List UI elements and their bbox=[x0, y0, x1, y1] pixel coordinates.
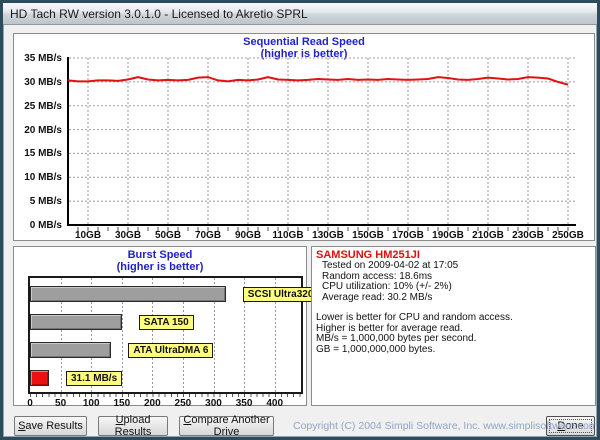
y-axis-label: 5 MB/s bbox=[14, 196, 62, 207]
burst-chart-subtitle: (higher is better) bbox=[14, 262, 306, 273]
y-axis-label: 25 MB/s bbox=[14, 101, 62, 112]
compare-another-drive-button[interactable]: Compare Another Drive bbox=[179, 416, 274, 436]
y-axis-label: 30 MB/s bbox=[14, 77, 62, 88]
burst-bar bbox=[30, 342, 111, 358]
drive-info-panel: SAMSUNG HM251JI Tested on 2009-04-02 at … bbox=[311, 246, 596, 406]
burst-bar bbox=[30, 286, 226, 302]
burst-chart-plot: SCSI Ultra320SATA 150ATA UltraDMA 631.1 … bbox=[28, 276, 303, 394]
x-axis-label: 90GB bbox=[228, 230, 268, 241]
burst-axis-ticks bbox=[30, 394, 301, 397]
burst-x-axis-label: 300 bbox=[199, 398, 229, 409]
save-results-button[interactable]: Save Results bbox=[14, 416, 87, 436]
burst-x-axis-label: 250 bbox=[168, 398, 198, 409]
burst-x-axis-label: 50 bbox=[46, 398, 76, 409]
seq-read-chart bbox=[66, 56, 576, 232]
y-axis-label: 20 MB/s bbox=[14, 125, 62, 136]
app-window: HD Tach RW version 3.0.1.0 - Licensed to… bbox=[0, 0, 600, 440]
drive-note-line: MB/s = 1,000,000 bytes per second. bbox=[316, 334, 591, 345]
x-axis-label: 230GB bbox=[508, 230, 548, 241]
x-axis-label: 150GB bbox=[348, 230, 388, 241]
burst-bar-label: SATA 150 bbox=[139, 315, 194, 330]
x-axis-label: 10GB bbox=[68, 230, 108, 241]
seq-chart-title: Sequential Read Speed bbox=[14, 37, 594, 48]
drive-detail-line: CPU utilization: 10% (+/- 2%) bbox=[316, 282, 591, 293]
upload-accel: U bbox=[116, 414, 124, 426]
burst-chart-title: Burst Speed bbox=[14, 250, 306, 261]
burst-x-axis-label: 150 bbox=[107, 398, 137, 409]
drive-note-line: GB = 1,000,000,000 bytes. bbox=[316, 345, 591, 356]
y-axis-label: 0 MB/s bbox=[14, 220, 62, 231]
x-axis-label: 110GB bbox=[268, 230, 308, 241]
x-axis-label: 30GB bbox=[108, 230, 148, 241]
compare-label: ompare Another Drive bbox=[191, 414, 269, 438]
client-area: Sequential Read Speed (higher is better)… bbox=[6, 28, 600, 440]
burst-x-axis-label: 400 bbox=[260, 398, 290, 409]
y-axis-label: 35 MB/s bbox=[14, 53, 62, 64]
x-axis-label: 130GB bbox=[308, 230, 348, 241]
drive-info-lines: Tested on 2009-04-02 at 17:05Random acce… bbox=[316, 261, 591, 355]
burst-bar bbox=[30, 314, 122, 330]
x-axis-label: 170GB bbox=[388, 230, 428, 241]
x-axis-label: 210GB bbox=[468, 230, 508, 241]
x-axis-label: 190GB bbox=[428, 230, 468, 241]
burst-bar-label: ATA UltraDMA 6 bbox=[128, 343, 213, 358]
copyright-text: Copyright (C) 2004 Simpli Software, Inc.… bbox=[293, 420, 538, 432]
y-axis-label: 15 MB/s bbox=[14, 148, 62, 159]
burst-x-axis-label: 350 bbox=[229, 398, 259, 409]
burst-x-axis-label: 0 bbox=[15, 398, 45, 409]
burst-bar bbox=[30, 370, 49, 386]
save-label: ave Results bbox=[25, 420, 82, 432]
x-axis-label: 250GB bbox=[548, 230, 588, 241]
drive-detail-line: Tested on 2009-04-02 at 17:05 bbox=[316, 261, 591, 272]
window-title: HD Tach RW version 3.0.1.0 - Licensed to… bbox=[10, 7, 308, 21]
burst-speed-panel: Burst Speed (higher is better) SCSI Ultr… bbox=[13, 246, 307, 406]
burst-bar-label: SCSI Ultra320 bbox=[243, 287, 319, 302]
burst-bar-label: 31.1 MB/s bbox=[66, 371, 122, 386]
burst-x-axis-label: 100 bbox=[76, 398, 106, 409]
x-axis-label: 70GB bbox=[188, 230, 228, 241]
drive-detail-line: Average read: 30.2 MB/s bbox=[316, 293, 591, 304]
burst-x-axis-label: 200 bbox=[137, 398, 167, 409]
y-axis-label: 10 MB/s bbox=[14, 172, 62, 183]
upload-results-button[interactable]: Upload Results bbox=[98, 416, 168, 436]
title-bar[interactable]: HD Tach RW version 3.0.1.0 - Licensed to… bbox=[3, 3, 597, 25]
x-axis-label: 50GB bbox=[148, 230, 188, 241]
drive-note-line: Lower is better for CPU and random acces… bbox=[316, 313, 591, 324]
sequential-read-panel: Sequential Read Speed (higher is better)… bbox=[13, 33, 595, 241]
